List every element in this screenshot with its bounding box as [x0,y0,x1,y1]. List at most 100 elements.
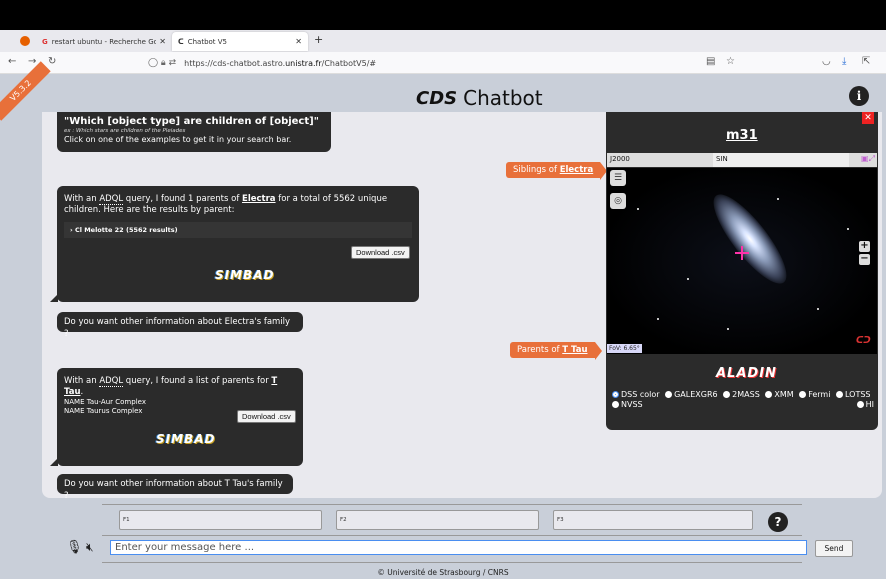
radio-icon [723,391,731,398]
parents-ttau-link[interactable]: T Tau [562,345,587,355]
siblings-electra-link[interactable]: Electra [560,165,594,175]
suggestion-f1-button[interactable]: F1 [119,510,322,530]
cds-small-logo-icon: ᑕᑐ [856,336,871,346]
suggestion-f2-button[interactable]: F2 [336,510,539,530]
ttau-parent-item: NAME Tau-Aur Complex [64,398,146,406]
intro-question: "Which [object type] are children of [ob… [64,116,319,127]
app-title-text: Chatbot [463,86,543,110]
survey-option-nvss[interactable]: NVSS [612,400,643,409]
cds-favicon-icon: ᑕ [178,37,184,46]
zoom-out-icon[interactable]: − [859,254,870,265]
new-tab-icon[interactable]: + [314,33,323,46]
app-title: CDS Chatbot [416,86,543,110]
text-fragment: query, I found 1 parents of [123,194,243,204]
survey-option-dss[interactable]: DSS color [612,390,660,399]
tab-label: restart ubuntu - Recherche Goo [51,37,156,46]
aladin-sky-view[interactable] [607,168,877,354]
radio-icon [765,391,773,398]
url-path: /ChatbotV5/# [321,58,377,68]
aladin-logo: ALADIN [716,366,777,381]
google-icon: G [42,37,48,46]
reader-icon[interactable]: ▤ [706,56,715,67]
parents-tag[interactable]: Parents of T Tau [510,342,601,360]
bot-message-electra-followup: Do you want other information about Elec… [57,312,303,339]
tab-label: Chatbot V5 [187,37,228,46]
divider [102,535,802,536]
tag-text: Siblings of [513,165,560,175]
suggestion-f3-button[interactable]: F3 [553,510,753,530]
text-fragment: query, I found a list of parents for [123,376,272,386]
star [777,198,779,200]
adql-term: ADQL [99,194,124,205]
divider [102,504,802,505]
survey-option-xmm[interactable]: XMM [765,390,794,399]
send-button[interactable]: Send [815,540,853,557]
browser-tab-chatbot[interactable]: ᑕ Chatbot V5 ✕ [172,32,308,51]
text-fragment: With an [64,376,100,386]
radio-icon [856,401,864,408]
zoom-in-icon[interactable]: + [859,241,870,252]
close-tab-icon[interactable]: ✕ [159,37,166,46]
survey-label: XMM [774,390,794,399]
survey-option-hi[interactable]: HI [856,400,874,410]
fullscreen-icon[interactable]: ▣⤢ [861,154,875,164]
speaker-muted-icon[interactable]: 🔇︎ [86,540,94,555]
close-icon[interactable]: ✕ [862,112,874,124]
close-tab-icon[interactable]: ✕ [295,37,302,46]
radio-icon [612,401,619,408]
text-fragment: children. Here are the results by parent… [64,205,235,215]
adql-term: ADQL [99,376,124,387]
browser-navbar: ← → ↻ ◯ 🔒︎ ⇄ https://cds-chatbot.astro. u… [0,52,886,74]
star [817,308,819,310]
siblings-tag[interactable]: Siblings of Electra [506,162,608,180]
electra-link[interactable]: Electra [242,194,276,204]
survey-label: GALEXGR6 [674,390,718,399]
microphone-icon[interactable]: 🎙︎ [66,540,83,555]
info-button[interactable]: i [849,86,869,106]
intro-hint: Click on one of the examples to get it i… [64,135,292,144]
extensions-icon[interactable]: ⇱ [862,56,870,67]
survey-label: DSS color [621,390,660,399]
intro-example[interactable]: ex : Which stars are children of the Ple… [64,128,324,134]
survey-label: NVSS [621,400,643,409]
frame-select[interactable]: J2000 [610,155,630,163]
survey-option-2mass[interactable]: 2MASS [723,390,760,399]
back-icon[interactable]: ← [8,56,16,67]
simbad-logo[interactable]: SIMBAD [215,268,274,282]
radio-icon [665,391,673,398]
url-prefix: https://cds-chatbot.astro. [184,58,286,68]
aladin-toolbar: J2000 SIN ▣⤢ [607,153,877,167]
survey-option-fermi[interactable]: Fermi [799,390,830,399]
survey-option-galex[interactable]: GALEXGR6 [665,390,718,399]
simbad-logo[interactable]: SIMBAD [156,432,215,446]
url-bar[interactable]: ◯ 🔒︎ ⇄ https://cds-chatbot.astro. unistra… [148,55,748,71]
survey-label: HI [865,400,874,409]
radio-icon [799,391,807,398]
browser-tab-google[interactable]: G restart ubuntu - Recherche Goo ✕ [36,32,172,51]
star [847,228,849,230]
survey-option-lotss[interactable]: LOTSS [835,390,871,399]
download-icon[interactable]: ⤓ [842,56,846,67]
projection-select[interactable]: SIN [713,153,849,167]
bot-message-electra: With an ADQL query, I found 1 parents of… [50,186,419,302]
help-button[interactable]: ? [768,512,788,532]
pocket-icon[interactable]: ◡ [822,56,831,67]
fov-indicator: FoV: 6.65° [607,344,642,353]
text-fragment: for a total of 5562 unique [275,194,388,204]
tag-text: Parents of [517,345,563,355]
message-input[interactable] [110,540,807,555]
radio-selected-icon [612,391,619,398]
layers-icon[interactable]: ☰ [610,170,626,186]
star [637,208,639,210]
firefox-icon [20,36,30,46]
bookmark-star-icon[interactable]: ☆ [726,56,735,67]
star [657,318,659,320]
result-row-melotte22[interactable]: › Cl Melotte 22 (5562 results) [64,222,412,238]
star [687,278,689,280]
download-csv-button[interactable]: Download .csv [237,410,296,423]
target-locate-icon[interactable]: ◎ [610,193,626,209]
cds-logo: CDS [416,87,458,109]
download-csv-button[interactable]: Download .csv [351,246,410,259]
url-domain: unistra.fr [285,58,322,68]
reload-icon[interactable]: ↻ [48,56,56,67]
